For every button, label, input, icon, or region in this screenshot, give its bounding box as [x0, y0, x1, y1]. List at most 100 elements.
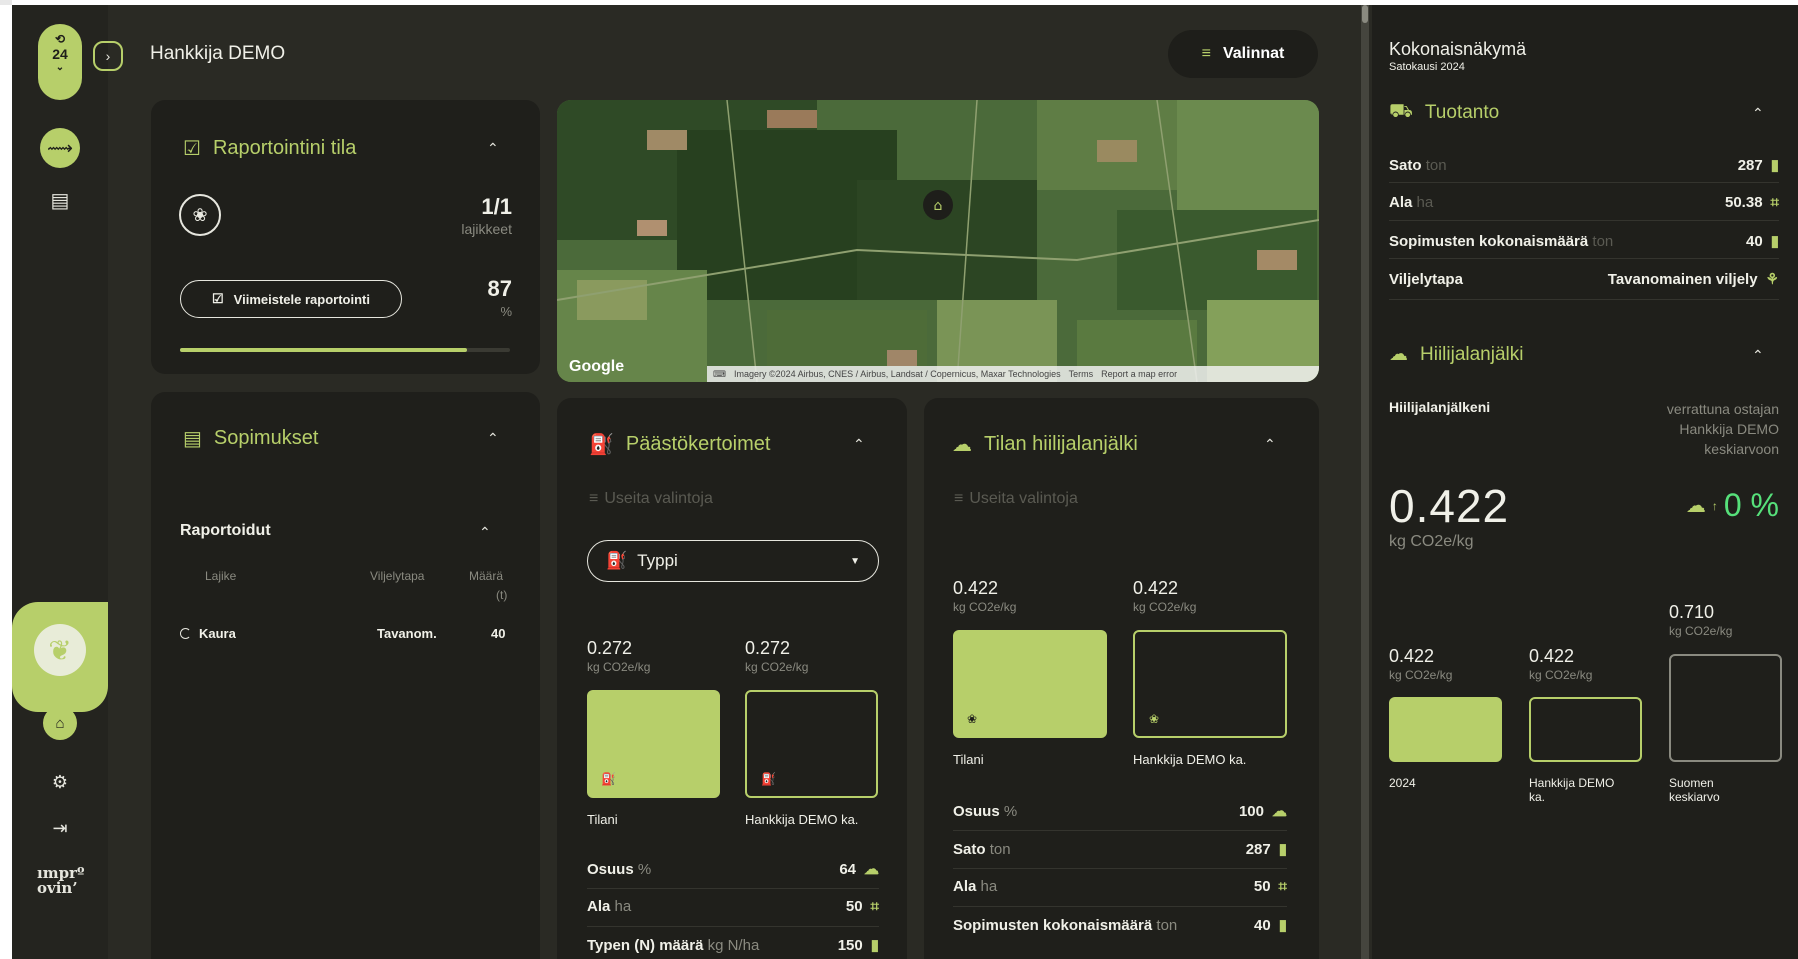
- map-attribution: ⌨ Imagery ©2024 Airbus, CNES / Airbus, L…: [707, 366, 1319, 382]
- scrollbar[interactable]: [1361, 5, 1369, 959]
- overview-title: Kokonaisnäkymä: [1389, 39, 1527, 59]
- footprint-filter[interactable]: ≡ Useita valintoja: [954, 490, 1078, 508]
- reporting-progress-fill: [180, 348, 468, 352]
- cloud-icon: ☁: [1685, 495, 1706, 517]
- farm-icon[interactable]: ⌂: [43, 706, 77, 740]
- logout-icon[interactable]: ⇥: [40, 818, 80, 839]
- page-title: Hankkija DEMO: [150, 43, 286, 64]
- area-icon: ⌗: [870, 898, 879, 915]
- bar3-label: Suomen keskiarvo: [1669, 776, 1720, 804]
- arrow-up-icon: ↑: [1711, 498, 1718, 513]
- type-select[interactable]: ⛽ Typpi ▼: [587, 540, 879, 582]
- collapse-chevron-icon[interactable]: ⌃: [1752, 347, 1764, 364]
- divider: [1389, 220, 1779, 221]
- footprint-delta: ☁ ↑ 0 %: [1686, 487, 1779, 524]
- cloud-icon: ☁: [952, 434, 972, 456]
- satellite-map[interactable]: ⌂ Google ⌨ Imagery ©2024 Airbus, CNES / …: [557, 100, 1319, 382]
- bar2-value: 0.272: [745, 638, 791, 658]
- row-method: Tavanom.: [377, 626, 437, 641]
- bar1-unit: kg CO2e/kg: [587, 660, 651, 674]
- bar2-value: 0.422: [1133, 578, 1179, 598]
- divider: [953, 868, 1287, 869]
- filter-label: Useita valintoja: [969, 490, 1078, 507]
- bar1-label: Tilani: [953, 752, 984, 767]
- area-icon: ⌗: [1278, 878, 1287, 895]
- bar2-label: Hankkija DEMO ka.: [745, 812, 859, 827]
- row-amount: 40: [491, 626, 506, 641]
- expand-sidebar-button[interactable]: ›: [93, 41, 123, 71]
- contracts-header: ▤ Sopimukset: [183, 426, 318, 451]
- cloud-icon: ☁: [864, 861, 879, 878]
- bar1-value: 0.422: [953, 578, 999, 598]
- bar-chart-icon: ▮: [1278, 841, 1287, 858]
- reporting-percent: 87: [487, 276, 512, 301]
- map-terms-link[interactable]: Terms: [1069, 366, 1094, 382]
- collapse-chevron-icon[interactable]: ⌃: [1752, 105, 1764, 122]
- nitrogen-row: Typen (N) määrä kg N/ha 150 ▮: [587, 936, 879, 955]
- options-button[interactable]: ≡ Valinnat: [1168, 30, 1318, 78]
- leaf-icon: ❦: [34, 624, 86, 676]
- bar-2024: [1389, 697, 1502, 762]
- collapse-chevron-icon[interactable]: ⌃: [1264, 436, 1276, 453]
- season-selector[interactable]: ⟲ 24 ⌄: [38, 24, 82, 100]
- divider: [953, 906, 1287, 907]
- emissions-filter[interactable]: ≡ Useita valintoja: [589, 490, 713, 508]
- bar3-unit: kg CO2e/kg: [1669, 624, 1733, 638]
- overview-subtitle: Satokausi 2024: [1389, 61, 1465, 73]
- fertilizer-icon: ⛽: [601, 772, 616, 786]
- map-imagery: ⌂: [557, 100, 1319, 382]
- farm-footprint-card: ☁ Tilan hiilijalanjälki ⌃ ≡ Useita valin…: [924, 398, 1319, 959]
- share-row: Osuus % 64 ☁: [587, 860, 879, 879]
- footprint-big-value: 0.422: [1389, 480, 1510, 532]
- insights-icon[interactable]: ⟿: [40, 128, 80, 168]
- emissions-card: ⛽ Päästökertoimet ⌃ ≡ Useita valintoja ⛽…: [557, 398, 907, 959]
- contracts-card: ▤ Sopimukset ⌃ Raportoidut ⌃ Lajike Vilj…: [151, 392, 540, 959]
- history-icon: ⟲: [54, 32, 66, 46]
- reporting-count-label: lajikkeet: [461, 221, 512, 237]
- scrollbar-thumb[interactable]: [1362, 5, 1368, 23]
- keyboard-icon: ⌨: [713, 369, 726, 379]
- area-row: Ala ha 50 ⌗: [587, 898, 879, 915]
- finish-reporting-button[interactable]: ☑ Viimeistele raportointi: [180, 280, 402, 318]
- divider: [1389, 182, 1779, 183]
- report-icon[interactable]: ▤: [40, 188, 80, 213]
- bar-chart-icon: ▮: [1770, 233, 1779, 250]
- sidebar-item-footprint[interactable]: ❦: [12, 602, 108, 712]
- divider: [1389, 299, 1779, 300]
- contracts-total-row: Sopimusten kokonaismäärä ton 40 ▮: [953, 916, 1287, 935]
- report-map-error-link[interactable]: Report a map error: [1101, 366, 1177, 382]
- bar-buyer-average: [1529, 697, 1642, 762]
- finish-reporting-label: Viimeistele raportointi: [233, 291, 370, 307]
- bar1-unit: kg CO2e/kg: [953, 600, 1017, 614]
- collapse-chevron-icon[interactable]: ⌃: [487, 430, 499, 447]
- bar-buyer-average: ❀: [1133, 630, 1287, 738]
- production-title: Tuotanto: [1424, 102, 1500, 123]
- fertilizer-icon: ⛽: [761, 772, 776, 786]
- settings-icon[interactable]: ⚙: [40, 772, 80, 793]
- bar2-value: 0.422: [1529, 646, 1575, 666]
- area-row: Ala ha 50.38 ⌗: [1389, 194, 1779, 211]
- calendar-check-icon: ☑: [183, 138, 201, 160]
- table-row[interactable]: Kaura: [180, 626, 236, 641]
- reporting-percent-unit: %: [500, 304, 512, 319]
- column-amount-unit: (t): [496, 588, 508, 602]
- tractor-icon: ⛟: [1389, 101, 1413, 122]
- options-label: Valinnat: [1222, 45, 1285, 62]
- bar2-unit: kg CO2e/kg: [1133, 600, 1197, 614]
- bar1-value: 0.272: [587, 638, 633, 658]
- crop-icon: ❀: [1149, 712, 1160, 726]
- column-amount: Määrä: [469, 569, 504, 583]
- cloud-icon: ☁: [1389, 344, 1408, 365]
- emissions-header: ⛽ Päästökertoimet: [589, 432, 770, 457]
- collapse-chevron-icon[interactable]: ⌃: [479, 524, 491, 541]
- reported-section-title: Raportoidut: [180, 522, 271, 539]
- area-icon: ⌗: [1770, 194, 1779, 211]
- divider: [1389, 258, 1779, 259]
- collapse-chevron-icon[interactable]: ⌃: [487, 140, 499, 157]
- bar-chart-icon: ▮: [1770, 157, 1779, 174]
- divider: [953, 830, 1287, 831]
- crop-icon: ❀: [967, 712, 978, 726]
- collapse-chevron-icon[interactable]: ⌃: [853, 436, 865, 453]
- type-select-value: Typpi: [637, 551, 678, 570]
- window-edge: [0, 0, 12, 5]
